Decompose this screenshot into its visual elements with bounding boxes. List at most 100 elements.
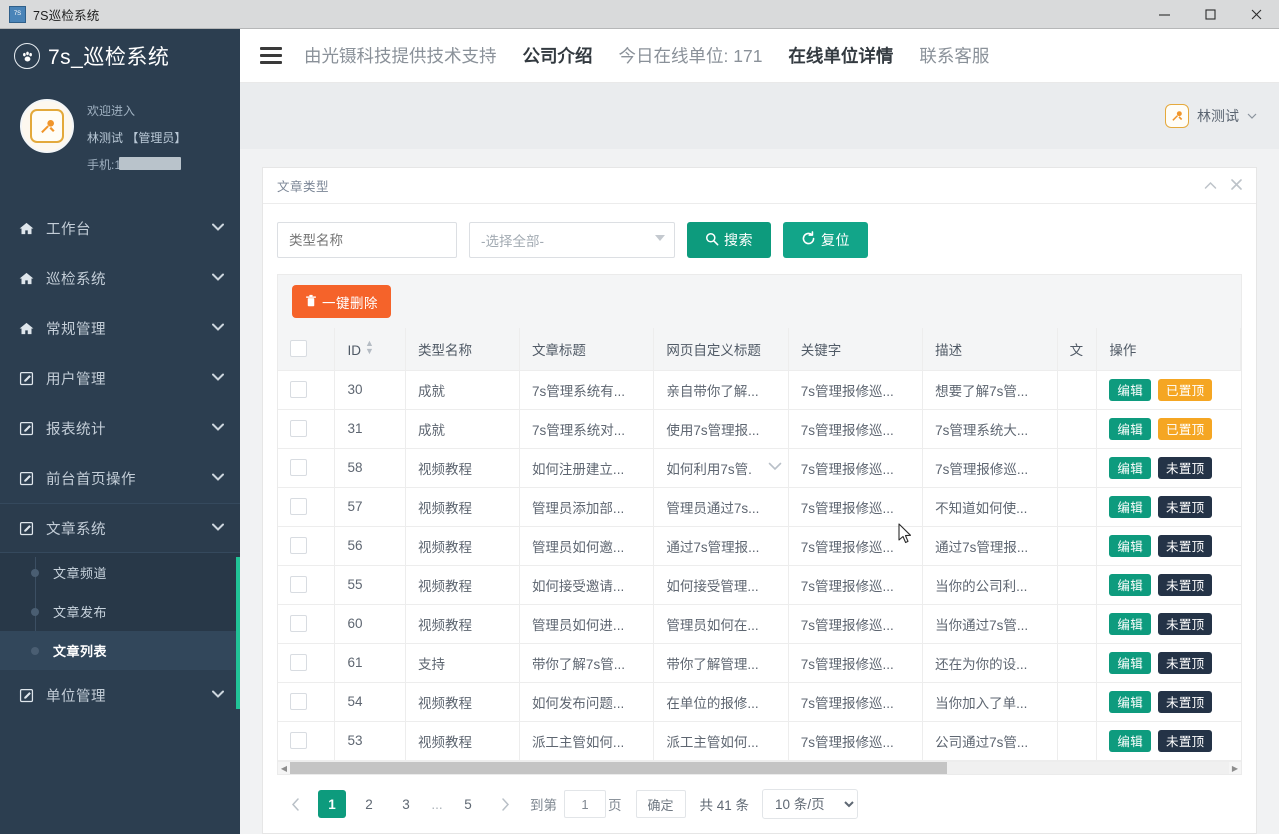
sidebar-item-frontend-home-ops[interactable]: 前台首页操作 xyxy=(0,453,240,503)
edit-button[interactable]: 编辑 xyxy=(1109,691,1151,713)
row-checkbox[interactable] xyxy=(290,615,307,632)
edit-button[interactable]: 编辑 xyxy=(1109,496,1151,518)
table-row[interactable]: 60视频教程管理员如何进...管理员如何在...7s管理报修巡...当你通过7s… xyxy=(278,604,1241,643)
unpinned-status-button[interactable]: 未置顶 xyxy=(1158,652,1212,674)
sidebar: 7s_巡检系统 欢迎进入 林测试 【管理员】 手机:17 xyxy=(0,29,240,834)
topnav-item-online-units-today[interactable]: 今日在线单位: 171 xyxy=(619,43,763,68)
sidebar-subitem-article-list[interactable]: 文章列表 xyxy=(0,631,240,670)
scrollbar-track[interactable] xyxy=(290,762,1229,774)
table-row[interactable]: 57视频教程管理员添加部...管理员通过7s...7s管理报修巡...不知道如何… xyxy=(278,487,1241,526)
pinned-status-button[interactable]: 已置顶 xyxy=(1158,418,1212,440)
edit-button[interactable]: 编辑 xyxy=(1109,418,1151,440)
pagination-prev[interactable] xyxy=(281,790,309,818)
sidebar-item-user-management[interactable]: 用户管理 xyxy=(0,353,240,403)
table-row[interactable]: 30成就7s管理系统有...亲自带你了解...7s管理报修巡...想要了解7s管… xyxy=(278,370,1241,409)
unpinned-status-button[interactable]: 未置顶 xyxy=(1158,730,1212,752)
pagination-page-1[interactable]: 1 xyxy=(318,790,346,818)
pagination-ellipsis[interactable]: ... xyxy=(429,790,445,818)
row-checkbox[interactable] xyxy=(290,654,307,671)
row-checkbox[interactable] xyxy=(290,498,307,515)
search-button[interactable]: 搜索 xyxy=(687,222,771,258)
table-row[interactable]: 53视频教程派工主管如何...派工主管如何...7s管理报修巡...公司通过7s… xyxy=(278,721,1241,760)
maximize-button[interactable] xyxy=(1187,0,1233,28)
table-row[interactable]: 31成就7s管理系统对...使用7s管理报...7s管理报修巡...7s管理系统… xyxy=(278,409,1241,448)
scroll-left-arrow[interactable]: ◀ xyxy=(278,764,290,773)
user-menu[interactable]: 林测试 xyxy=(1165,104,1257,128)
unpinned-status-button[interactable]: 未置顶 xyxy=(1158,691,1212,713)
sidebar-item-general-management[interactable]: 常规管理 xyxy=(0,303,240,353)
edit-button[interactable]: 编辑 xyxy=(1109,457,1151,479)
row-checkbox-cell xyxy=(278,487,335,526)
unpinned-status-button[interactable]: 未置顶 xyxy=(1158,496,1212,518)
unpinned-status-button[interactable]: 未置顶 xyxy=(1158,457,1212,479)
topnav-item-powered-by[interactable]: 由光镊科技提供技术支持 xyxy=(304,43,497,68)
minimize-button[interactable] xyxy=(1141,0,1187,28)
unpinned-status-button[interactable]: 未置顶 xyxy=(1158,613,1212,635)
chevron-down-icon[interactable] xyxy=(768,460,782,474)
topnav-item-company-intro[interactable]: 公司介绍 xyxy=(523,43,593,68)
row-checkbox[interactable] xyxy=(290,537,307,554)
delete-all-button[interactable]: 一键删除 xyxy=(292,285,391,318)
home-icon xyxy=(18,321,35,336)
pagination-page-5[interactable]: 5 xyxy=(454,790,482,818)
sidebar-item-inspection[interactable]: 巡检系统 xyxy=(0,253,240,303)
edit-button[interactable]: 编辑 xyxy=(1109,379,1151,401)
brand[interactable]: 7s_巡检系统 xyxy=(0,29,240,83)
type-name-input[interactable] xyxy=(277,222,457,258)
unpinned-status-button[interactable]: 未置顶 xyxy=(1158,535,1212,557)
row-checkbox[interactable] xyxy=(290,459,307,476)
edit-button[interactable]: 编辑 xyxy=(1109,574,1151,596)
edit-button[interactable]: 编辑 xyxy=(1109,730,1151,752)
cell-id: 56 xyxy=(335,526,406,565)
row-checkbox[interactable] xyxy=(290,693,307,710)
sidebar-item-unit-management[interactable]: 单位管理 xyxy=(0,670,240,720)
row-checkbox[interactable] xyxy=(290,381,307,398)
pinned-status-button[interactable]: 已置顶 xyxy=(1158,379,1212,401)
close-icon[interactable] xyxy=(1231,179,1242,192)
table-row[interactable]: 61支持带你了解7s管...带你了解管理...7s管理报修巡...还在为你的设.… xyxy=(278,643,1241,682)
sidebar-item-report-statistics[interactable]: 报表统计 xyxy=(0,403,240,453)
scrollbar-thumb[interactable] xyxy=(290,762,947,774)
page-unit-label: 页 xyxy=(608,794,622,814)
scroll-right-arrow[interactable]: ▶ xyxy=(1229,764,1241,773)
chevron-up-icon[interactable] xyxy=(1204,179,1217,192)
row-checkbox-cell xyxy=(278,526,335,565)
goto-page-input[interactable] xyxy=(564,790,606,818)
topnav-item-contact-support[interactable]: 联系客服 xyxy=(919,43,989,68)
table-row[interactable]: 55视频教程如何接受邀请...如何接受管理...7s管理报修巡...当你的公司利… xyxy=(278,565,1241,604)
cell-webtitle: 亲自带你了解... xyxy=(654,370,788,409)
sidebar-item-article-system[interactable]: 文章系统 xyxy=(0,503,240,553)
sidebar-subitem-article-publish[interactable]: 文章发布 xyxy=(0,592,240,631)
table-horizontal-scrollbar[interactable]: ◀ ▶ xyxy=(278,761,1241,775)
table-row[interactable]: 58视频教程如何注册建立...如何利用7s管.7s管理报修巡...7s管理报修巡… xyxy=(278,448,1241,487)
row-checkbox[interactable] xyxy=(290,576,307,593)
sidebar-subitem-article-channel[interactable]: 文章频道 xyxy=(0,553,240,592)
sidebar-item-workbench[interactable]: 工作台 xyxy=(0,203,240,253)
close-button[interactable] xyxy=(1233,0,1279,28)
pagination-page-2[interactable]: 2 xyxy=(355,790,383,818)
column-header-id[interactable]: ID▲▼ xyxy=(335,328,406,370)
pagination-next[interactable] xyxy=(491,790,519,818)
table-row[interactable]: 54视频教程如何发布问题...在单位的报修...7s管理报修巡...当你加入了单… xyxy=(278,682,1241,721)
table-row[interactable]: 56视频教程管理员如何邀...通过7s管理报...7s管理报修巡...通过7s管… xyxy=(278,526,1241,565)
chevron-down-icon xyxy=(212,272,224,284)
edit-button[interactable]: 编辑 xyxy=(1109,535,1151,557)
pagination-page-3[interactable]: 3 xyxy=(392,790,420,818)
select-all-checkbox[interactable] xyxy=(290,340,307,357)
cell-description: 通过7s管理报... xyxy=(923,526,1057,565)
page-size-select[interactable]: 10 条/页20 条/页50 条/页100 条/页 xyxy=(762,789,858,819)
table-head: ID▲▼ 类型名称 文章标题 网页自定义标题 关键字 描述 文 操作 xyxy=(278,328,1241,370)
sidebar-item-label: 工作台 xyxy=(46,218,201,239)
category-select[interactable]: -选择全部- xyxy=(469,222,675,258)
unpinned-status-button[interactable]: 未置顶 xyxy=(1158,574,1212,596)
topnav-item-online-unit-details[interactable]: 在线单位详情 xyxy=(788,43,893,68)
edit-button[interactable]: 编辑 xyxy=(1109,652,1151,674)
edit-button[interactable]: 编辑 xyxy=(1109,613,1151,635)
reset-button[interactable]: 复位 xyxy=(783,222,868,258)
cell-id: 60 xyxy=(335,604,406,643)
row-checkbox[interactable] xyxy=(290,420,307,437)
cell-id: 30 xyxy=(335,370,406,409)
goto-confirm-button[interactable]: 确定 xyxy=(636,790,686,818)
hamburger-icon[interactable] xyxy=(260,47,282,64)
row-checkbox[interactable] xyxy=(290,732,307,749)
